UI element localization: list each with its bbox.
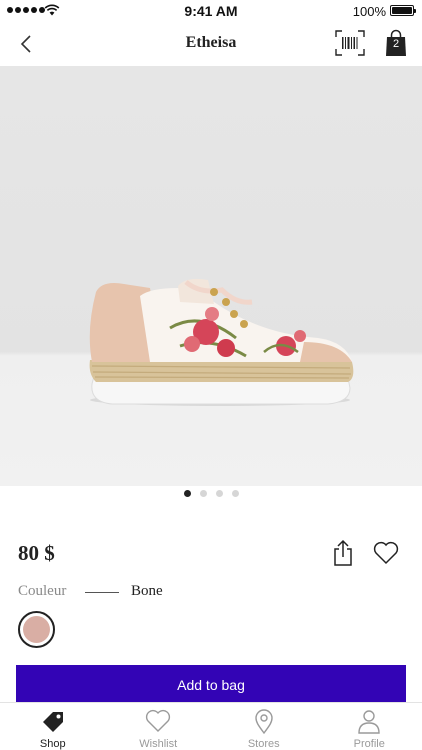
map-pin-icon [255, 709, 273, 734]
image-pager[interactable] [0, 490, 422, 497]
nav-bar: Etheisa 2 [0, 22, 422, 66]
add-to-bag-button[interactable]: Add to bag [16, 665, 406, 705]
color-label: Couleur [18, 583, 67, 599]
pager-dot[interactable] [199, 490, 207, 497]
color-swatch-fill [23, 616, 50, 643]
color-swatch-bone[interactable] [18, 611, 55, 648]
tab-profile[interactable]: Profile [317, 703, 422, 750]
color-divider [85, 592, 119, 593]
barcode-scan-icon [335, 30, 365, 56]
product-shoe-image [89, 278, 354, 406]
product-image[interactable] [0, 66, 422, 486]
barcode-scan-button[interactable] [334, 28, 366, 58]
battery-icon [390, 5, 416, 16]
pager-dot[interactable] [215, 490, 223, 497]
color-value: Bone [131, 583, 163, 599]
pager-dot[interactable] [231, 490, 239, 497]
shopping-bag-button[interactable]: 2 [384, 29, 408, 57]
product-price: 80 $ [18, 541, 55, 565]
tab-wishlist[interactable]: Wishlist [106, 703, 212, 750]
tab-stores[interactable]: Stores [211, 703, 317, 750]
tab-label: Shop [39, 738, 66, 750]
heart-icon [373, 541, 399, 565]
bag-count-badge: 2 [392, 38, 400, 50]
tab-label: Profile [353, 738, 385, 750]
wishlist-button[interactable] [372, 540, 400, 566]
share-button[interactable] [331, 539, 355, 567]
pager-dot[interactable] [183, 490, 191, 497]
status-bar: 9:41 AM 100% [0, 0, 422, 22]
tab-label: Wishlist [139, 738, 178, 750]
share-icon [334, 539, 352, 566]
tag-icon [42, 712, 63, 732]
heart-icon [146, 709, 171, 732]
tab-bar: Shop Wishlist Stores Profile [0, 702, 422, 750]
battery-percent: 100% [352, 4, 386, 19]
person-icon [358, 710, 380, 734]
tab-label: Stores [247, 738, 280, 750]
tab-shop[interactable]: Shop [0, 703, 106, 750]
